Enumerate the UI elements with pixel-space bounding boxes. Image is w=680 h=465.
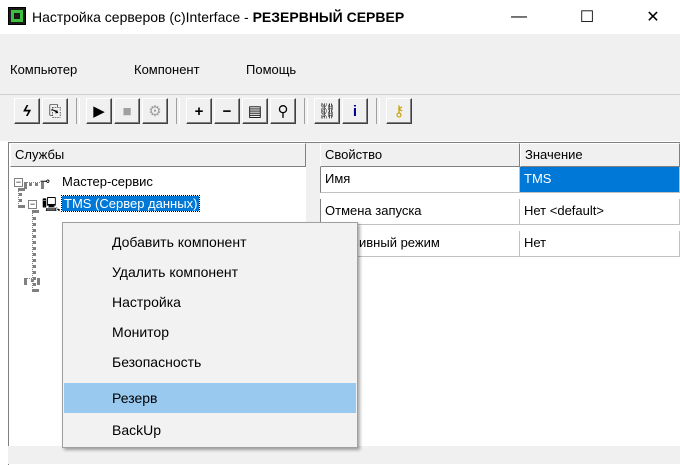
- close-button[interactable]: ✕: [630, 0, 676, 34]
- window-title: Настройка серверов (c)Interface - РЕЗЕРВ…: [32, 9, 404, 25]
- toolbar-separator: [176, 98, 180, 124]
- menubar: [0, 34, 680, 94]
- menu-help[interactable]: Помощь: [246, 62, 296, 77]
- property-name[interactable]: Имя: [320, 167, 520, 193]
- key-icon[interactable]: ⚷: [386, 98, 412, 124]
- status-bar: [8, 446, 680, 464]
- maximize-icon: ☐: [579, 9, 595, 26]
- context-menu-item-delete-component[interactable]: Удалить компонент: [64, 257, 356, 287]
- title-bar: Настройка серверов (c)Interface - РЕЗЕРВ…: [0, 0, 680, 34]
- property-value[interactable]: Нет <default>: [520, 199, 680, 225]
- info-icon[interactable]: i: [342, 98, 368, 124]
- menu-computer[interactable]: Компьютер: [10, 62, 77, 77]
- maximize-button[interactable]: ☐: [564, 0, 610, 34]
- network-icon[interactable]: ⛓: [314, 98, 340, 124]
- menu-component[interactable]: Компонент: [134, 62, 200, 77]
- context-menu-item-monitor[interactable]: Монитор: [64, 317, 356, 347]
- export-icon[interactable]: ⎘: [42, 98, 68, 124]
- play-icon[interactable]: ▶: [86, 98, 112, 124]
- property-value[interactable]: TMS: [520, 167, 680, 193]
- minimize-button[interactable]: —: [496, 0, 542, 34]
- context-menu-item-backup[interactable]: BackUp: [64, 415, 356, 445]
- context-menu-item-reserve[interactable]: Резерв: [64, 383, 356, 413]
- property-value[interactable]: Нет: [520, 231, 680, 257]
- tree-connector: [18, 188, 22, 208]
- lightning-icon[interactable]: ϟ: [14, 98, 40, 124]
- value-header[interactable]: Значение: [520, 143, 680, 167]
- minimize-icon: —: [511, 8, 527, 25]
- collapse-child-icon[interactable]: −: [28, 200, 37, 209]
- stop-icon[interactable]: ■: [114, 98, 140, 124]
- context-menu-item-settings[interactable]: Настройка: [64, 287, 356, 317]
- app-icon: [8, 7, 26, 25]
- close-icon: ✕: [646, 9, 660, 26]
- find-icon[interactable]: ⚲: [270, 98, 296, 124]
- tree-child-label[interactable]: TMS (Сервер данных): [60, 195, 201, 212]
- tree-connector: [24, 278, 40, 282]
- add-icon[interactable]: +: [186, 98, 212, 124]
- tree-root-label[interactable]: Мастер-сервис: [62, 174, 153, 189]
- toolbar-separator: [376, 98, 380, 124]
- remove-icon[interactable]: −: [214, 98, 240, 124]
- context-menu-item-add-component[interactable]: Добавить компонент: [64, 227, 356, 257]
- toolbar-separator: [304, 98, 308, 124]
- context-menu: Добавить компонент Удалить компонент Нас…: [62, 222, 358, 448]
- toolbar-separator: [76, 98, 80, 124]
- title-bold: РЕЗЕРВНЫЙ СЕРВЕР: [252, 9, 405, 25]
- master-service-icon: ⊸: [40, 174, 51, 188]
- property-header[interactable]: Свойство: [320, 143, 520, 167]
- disabled-tool-icon[interactable]: ⚙: [142, 98, 168, 124]
- collapse-root-icon[interactable]: −: [14, 178, 23, 187]
- server-icon: 🖳: [42, 196, 61, 212]
- title-prefix: Настройка серверов (c)Interface -: [32, 9, 253, 25]
- properties-icon[interactable]: ▤: [242, 98, 268, 124]
- tree-header[interactable]: Службы: [10, 143, 306, 167]
- context-menu-item-security[interactable]: Безопасность: [64, 347, 356, 377]
